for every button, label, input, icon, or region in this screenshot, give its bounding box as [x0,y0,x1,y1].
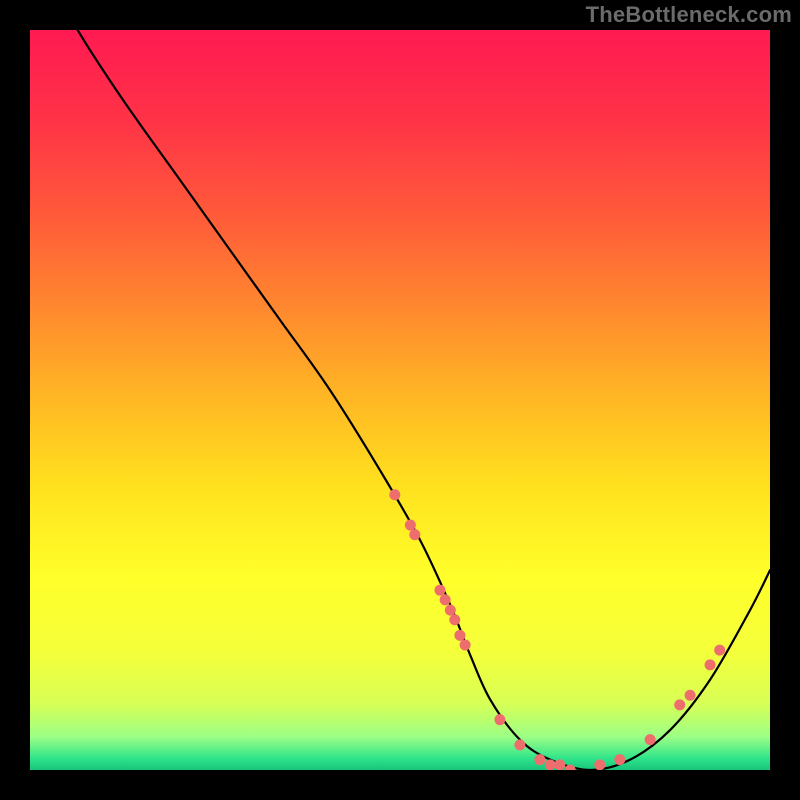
data-marker [405,520,416,531]
chart-frame: TheBottleneck.com [0,0,800,800]
data-marker [614,754,625,765]
data-marker [645,734,656,745]
data-marker [454,630,465,641]
data-marker [389,489,400,500]
data-marker [514,739,525,750]
data-marker [545,759,556,770]
data-marker [685,690,696,701]
data-marker [534,754,545,765]
data-marker [705,659,716,670]
watermark-text: TheBottleneck.com [586,2,792,28]
data-marker [409,529,420,540]
bottleneck-curve [60,30,770,770]
data-marker [494,714,505,725]
data-marker [554,759,565,770]
marker-group [389,489,725,770]
data-marker [440,594,451,605]
data-marker [674,699,685,710]
data-marker [434,585,445,596]
data-marker [460,639,471,650]
data-marker [449,614,460,625]
curve-layer [30,30,770,770]
data-marker [594,759,605,770]
plot-area [30,30,770,770]
data-marker [714,645,725,656]
data-marker [445,605,456,616]
